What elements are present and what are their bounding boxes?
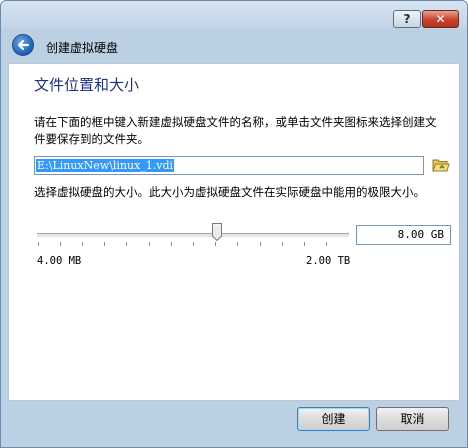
size-input[interactable]: 8.00 GB bbox=[356, 225, 451, 245]
location-description: 请在下面的框中键入新建虚拟硬盘文件的名称，或单击文件夹图标来选择创建文件要保存到… bbox=[34, 115, 437, 146]
section-title: 文件位置和大小 bbox=[34, 76, 140, 94]
title-bar: ? ✕ bbox=[1, 1, 467, 29]
size-slider[interactable] bbox=[37, 233, 349, 238]
wizard-header: 创建虚拟硬盘 bbox=[1, 29, 467, 63]
create-button[interactable]: 创建 bbox=[297, 407, 370, 431]
help-button[interactable]: ? bbox=[393, 10, 421, 28]
cancel-button[interactable]: 取消 bbox=[376, 407, 449, 431]
close-button[interactable]: ✕ bbox=[422, 10, 459, 28]
slider-ticks bbox=[38, 242, 327, 246]
wizard-title: 创建虚拟硬盘 bbox=[46, 41, 119, 55]
file-location-input[interactable]: E:\LinuxNew\linux_1.vdi bbox=[34, 156, 424, 175]
size-min-label: 4.00 MB bbox=[37, 255, 82, 267]
dialog-window: ? ✕ 创建虚拟硬盘 文件位置和大小 请在下面的框中键入新建虚拟硬盘文件的名称，… bbox=[0, 0, 468, 448]
folder-open-icon[interactable] bbox=[432, 156, 450, 174]
content-panel: 文件位置和大小 请在下面的框中键入新建虚拟硬盘文件的名称，或单击文件夹图标来选择… bbox=[8, 63, 460, 401]
size-max-label: 2.00 TB bbox=[306, 255, 351, 267]
back-arrow-icon[interactable] bbox=[12, 34, 34, 56]
size-slider-thumb[interactable] bbox=[211, 223, 222, 242]
file-location-value: E:\LinuxNew\linux_1.vdi bbox=[36, 159, 175, 172]
size-description: 选择虚拟硬盘的大小。此大小为虚拟硬盘文件在实际硬盘中能用的极限大小。 bbox=[34, 185, 425, 199]
